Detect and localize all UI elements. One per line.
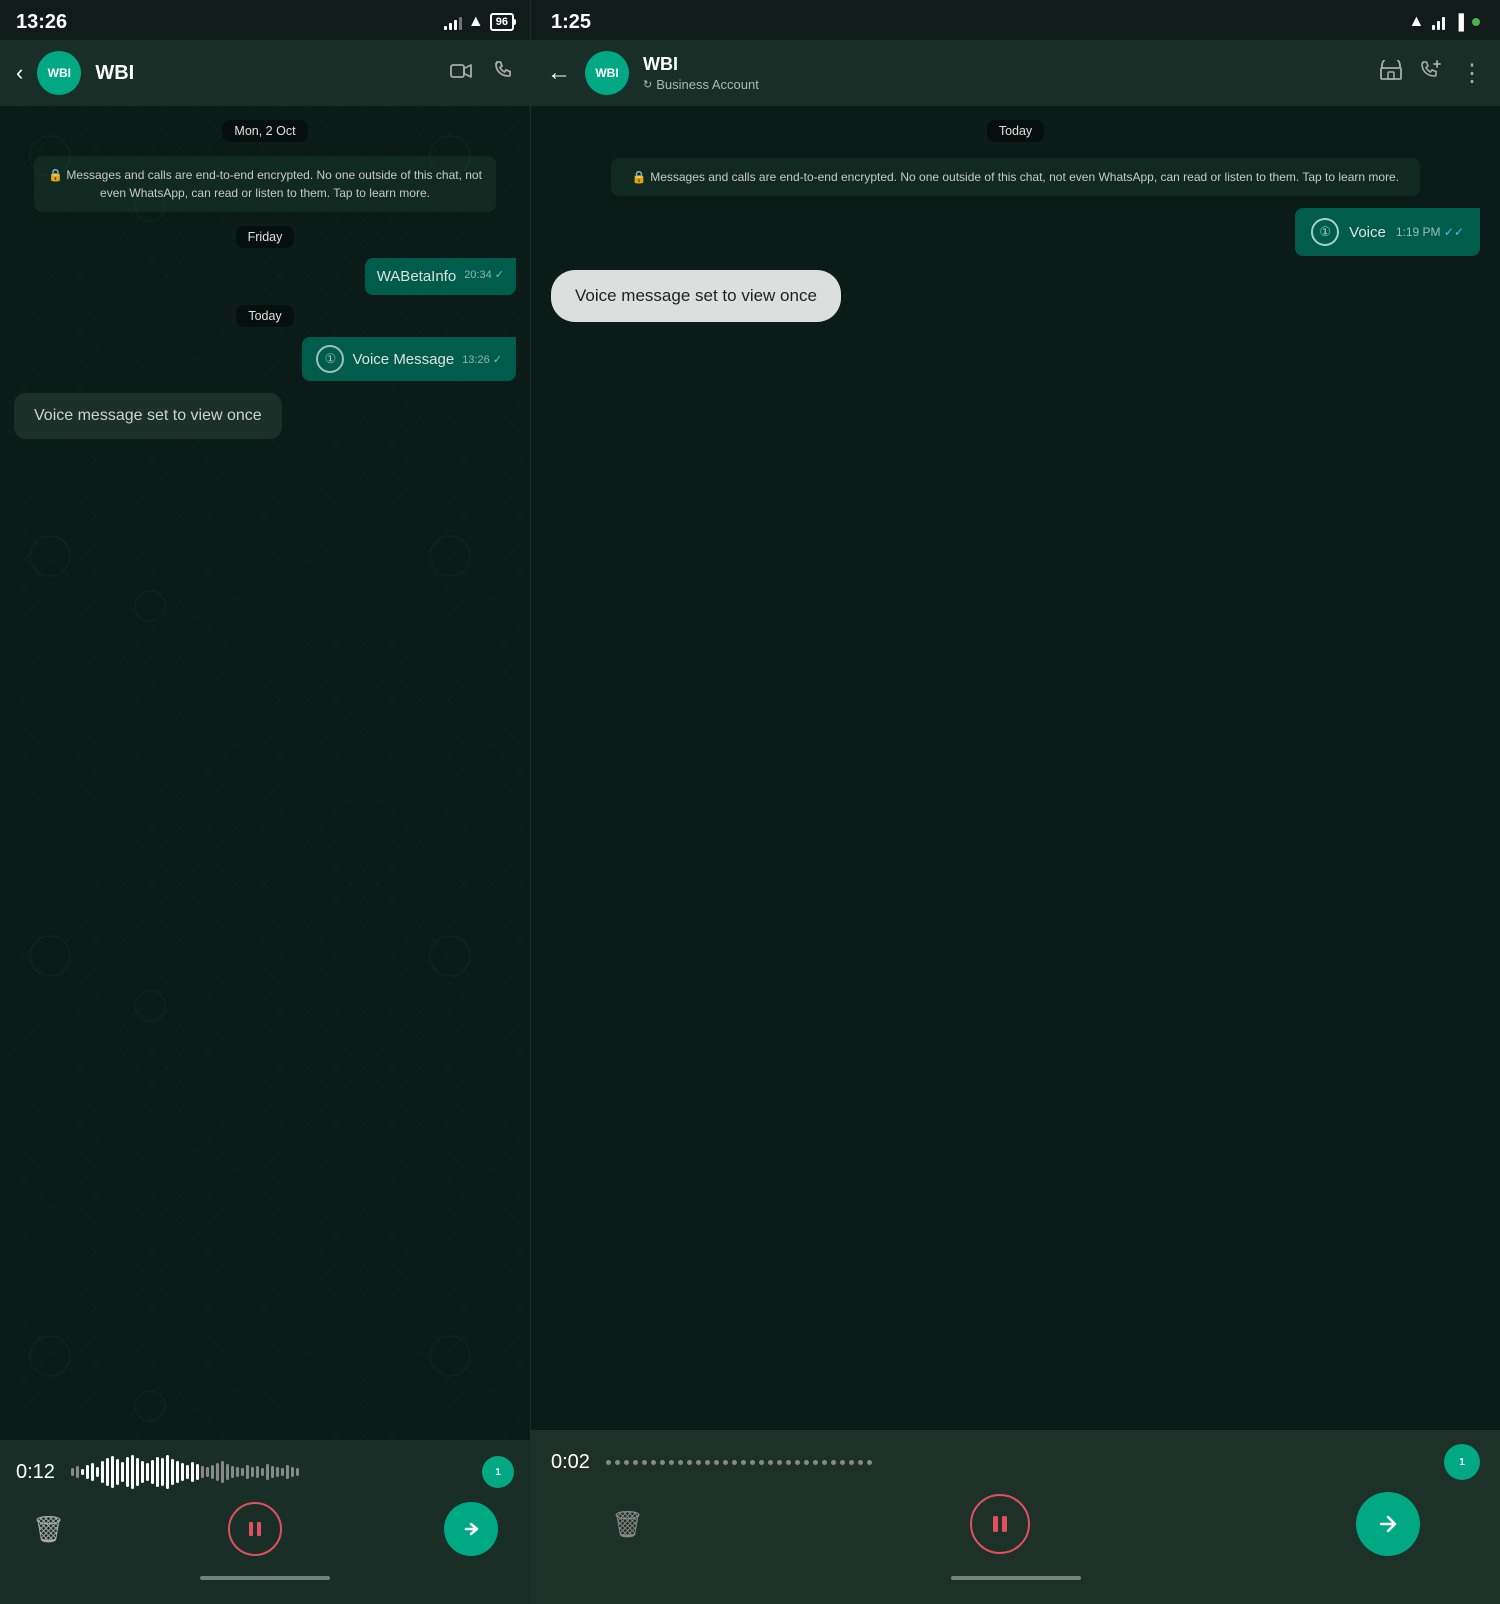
right-status-bar: 1:25 ▲ ▐ [531, 0, 1500, 40]
timer-dots-row: 0:02 1 [551, 1444, 1480, 1480]
recording-dots [606, 1452, 1434, 1472]
recording-bar-left: 0:12 [0, 1440, 530, 1604]
view-once-icon: ① [316, 345, 344, 373]
delete-recording-button-left[interactable]: 🗑 [32, 1514, 65, 1545]
encryption-notice-left[interactable]: 🔒 Messages and calls are end-to-end encr… [34, 156, 496, 212]
timer-waveform-row: 0:12 [16, 1454, 514, 1490]
recording-bar-right: 0:02 1 🗑 [531, 1430, 1500, 1604]
battery-indicator: 96 [490, 13, 514, 31]
voice-label-right: Voice [1349, 224, 1386, 241]
video-call-icon[interactable] [450, 62, 472, 85]
send-recording-button-left[interactable] [444, 1502, 498, 1556]
chat-title[interactable]: WBI [95, 62, 436, 85]
left-chat-area: Mon, 2 Oct 🔒 Messages and calls are end-… [0, 106, 530, 1440]
recording-avatar-right: 1 [1444, 1444, 1480, 1480]
recording-avatar-left: 1 [482, 1456, 514, 1488]
view-once-notification-left: Voice message set to view once [14, 393, 282, 439]
left-header-icons [450, 60, 514, 86]
voice-message-time: 13:26 ✓ [462, 353, 502, 366]
left-time: 13:26 [16, 11, 67, 34]
avatar-right: WBI [585, 51, 629, 95]
online-dot [1472, 18, 1480, 26]
view-once-icon-right: ① [1311, 218, 1339, 246]
date-separator-oct: Mon, 2 Oct [222, 120, 307, 142]
waveform-left [71, 1454, 472, 1490]
wabetainfo-message[interactable]: WABetaInfo 20:34 ✓ [365, 258, 516, 295]
view-once-notification-right: Voice message set to view once [551, 270, 841, 322]
recording-controls-right: 🗑 [551, 1492, 1480, 1556]
voice-call-icon[interactable] [494, 60, 514, 86]
delete-recording-button-right[interactable]: 🗑 [611, 1509, 644, 1540]
right-time: 1:25 [551, 11, 591, 34]
add-call-icon[interactable] [1420, 60, 1442, 86]
left-status-icons: ▲ 96 [444, 13, 514, 31]
back-button-right[interactable]: ← [547, 59, 571, 87]
chat-title-right[interactable]: WBI [643, 54, 759, 75]
right-chat-area: Today 🔒 Messages and calls are end-to-en… [531, 106, 1500, 1430]
home-indicator-left [16, 1568, 514, 1592]
voice-message-label: Voice Message [352, 351, 454, 368]
back-button[interactable]: ‹ [16, 60, 23, 86]
encryption-notice-right[interactable]: 🔒 Messages and calls are end-to-end encr… [611, 158, 1420, 196]
left-panel: 13:26 ▲ 96 ‹ WBI WBI [0, 0, 530, 1604]
wifi-icon: ▲ [468, 13, 484, 31]
left-status-bar: 13:26 ▲ 96 [0, 0, 530, 40]
more-options-icon[interactable]: ⋮ [1460, 59, 1484, 88]
voice-message-bubble-right[interactable]: ① Voice 1:19 PM ✓✓ [1295, 208, 1480, 256]
business-account-label: ↻ Business Account [643, 77, 759, 92]
message-time: 20:34 ✓ [464, 268, 504, 283]
right-header: ← WBI WBI ↻ Business Account [531, 40, 1500, 106]
battery-icon-right: ▐ [1453, 14, 1464, 31]
business-icon: ↻ [643, 78, 652, 91]
voice-time-right: 1:19 PM ✓✓ [1396, 225, 1464, 239]
avatar: WBI [37, 51, 81, 95]
left-header: ‹ WBI WBI [0, 40, 530, 106]
store-icon[interactable] [1380, 60, 1402, 86]
right-status-icons: ▲ ▐ [1409, 13, 1480, 31]
voice-message-bubble-left[interactable]: ① Voice Message 13:26 ✓ [302, 337, 516, 381]
right-header-icons: ⋮ [1380, 59, 1484, 88]
pause-recording-button-left[interactable] [228, 1502, 282, 1556]
recording-controls-left: 🗑 [16, 1502, 514, 1556]
date-separator-today: Today [236, 305, 293, 327]
home-indicator-right [551, 1568, 1480, 1592]
date-separator-friday: Friday [236, 226, 295, 248]
recording-timer-right: 0:02 [551, 1451, 596, 1474]
signal-icon-right [1432, 14, 1445, 30]
pause-recording-button-right[interactable] [970, 1494, 1030, 1554]
date-separator-today-right: Today [987, 120, 1044, 142]
wifi-icon-right: ▲ [1409, 13, 1425, 31]
right-panel: 1:25 ▲ ▐ ← WBI WBI ↻ Business Account [530, 0, 1500, 1604]
send-recording-button-right[interactable] [1356, 1492, 1420, 1556]
recording-timer-left: 0:12 [16, 1461, 61, 1484]
signal-icon [444, 14, 462, 30]
